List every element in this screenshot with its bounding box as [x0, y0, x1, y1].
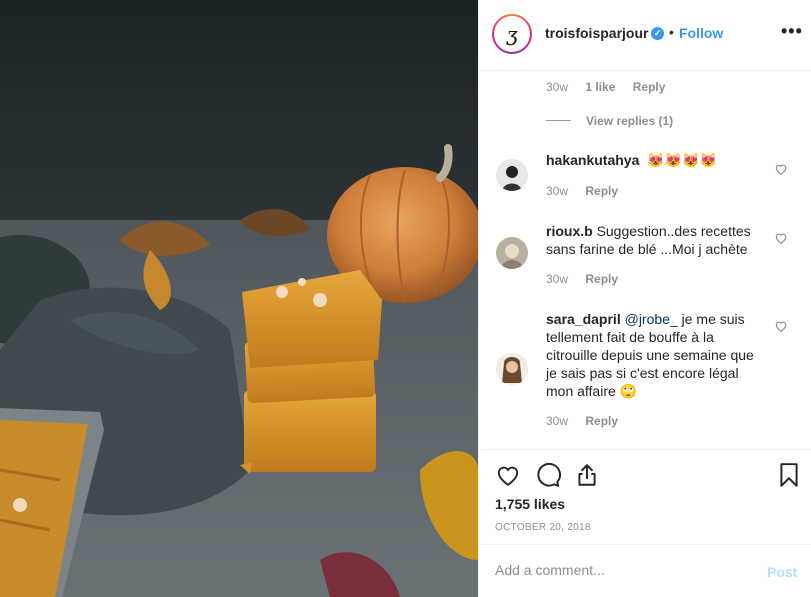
comment-age: 30w [546, 272, 569, 286]
author-username[interactable]: troisfoisparjour [545, 25, 648, 41]
comment-text: rioux.b Suggestion..des recettes sans fa… [546, 222, 766, 258]
comment-username[interactable]: sara_dapril [546, 311, 621, 327]
comment-meta: 30w 1 like Reply [546, 80, 665, 94]
avatar-letter: ʒ [506, 22, 518, 46]
commenter-avatar[interactable] [496, 353, 528, 385]
verified-badge-icon: ✓ [651, 27, 664, 40]
like-comment-heart-icon[interactable] [774, 162, 788, 176]
separator-dot: • [669, 24, 674, 40]
reply-button[interactable]: Reply [633, 80, 666, 94]
post-comment-button[interactable]: Post [767, 564, 797, 580]
comment-meta: 30w Reply [546, 272, 618, 286]
comment-text: hakankutahya 😻😻😻😻 [546, 151, 766, 169]
like-comment-heart-icon[interactable] [774, 319, 788, 333]
like-comment-heart-icon[interactable] [774, 231, 788, 245]
post-actions: 1,755 likes OCTOBER 20, 2018 [479, 449, 811, 544]
replies-divider [546, 120, 571, 121]
commenter-avatar[interactable] [496, 159, 528, 191]
save-bookmark-icon[interactable] [776, 462, 802, 488]
avatar-photo [496, 237, 528, 269]
avatar-photo [496, 159, 528, 191]
comment-meta: 30w Reply [546, 184, 618, 198]
author-avatar[interactable]: ʒ [492, 14, 532, 54]
comment-age: 30w [546, 414, 569, 428]
post-date[interactable]: OCTOBER 20, 2018 [495, 522, 591, 533]
comment-age: 30w [546, 80, 569, 94]
comment-text: sara_dapril @jrobe_ je me suis tellement… [546, 310, 766, 400]
comment-age: 30w [546, 184, 569, 198]
comment-likes[interactable]: 1 like [585, 80, 615, 94]
add-comment-bar: Post [479, 544, 811, 597]
comment-input[interactable] [495, 562, 745, 578]
post-header: ʒ troisfoisparjour ✓ • Follow ••• [479, 0, 811, 71]
likes-count[interactable]: 1,755 likes [495, 496, 565, 512]
comment-username[interactable]: rioux.b [546, 223, 593, 239]
side-panel: ʒ troisfoisparjour ✓ • Follow ••• 30w 1 … [478, 0, 811, 597]
reply-button[interactable]: Reply [585, 414, 618, 428]
reply-button[interactable]: Reply [585, 184, 618, 198]
photo-illustration [0, 0, 478, 597]
commenter-avatar[interactable] [496, 237, 528, 269]
view-replies-button[interactable]: View replies (1) [586, 114, 673, 128]
comment-username[interactable]: hakankutahya [546, 152, 639, 168]
comment-mention[interactable]: @jrobe_ [625, 311, 678, 327]
follow-button[interactable]: Follow [679, 25, 723, 41]
post-view: ʒ troisfoisparjour ✓ • Follow ••• 30w 1 … [0, 0, 811, 597]
comment-bubble-icon[interactable] [535, 462, 561, 488]
comment-body: 😻😻😻😻 [647, 152, 717, 168]
avatar-logo: ʒ [494, 16, 530, 52]
more-options-icon[interactable]: ••• [781, 21, 803, 42]
avatar-photo [496, 353, 528, 385]
comment-meta: 30w Reply [546, 414, 618, 428]
comments-list[interactable]: 30w 1 like Reply View replies (1) hakank… [479, 71, 811, 449]
like-heart-icon[interactable] [495, 462, 521, 488]
reply-button[interactable]: Reply [585, 272, 618, 286]
share-icon[interactable] [574, 462, 600, 488]
post-photo[interactable] [0, 0, 478, 597]
